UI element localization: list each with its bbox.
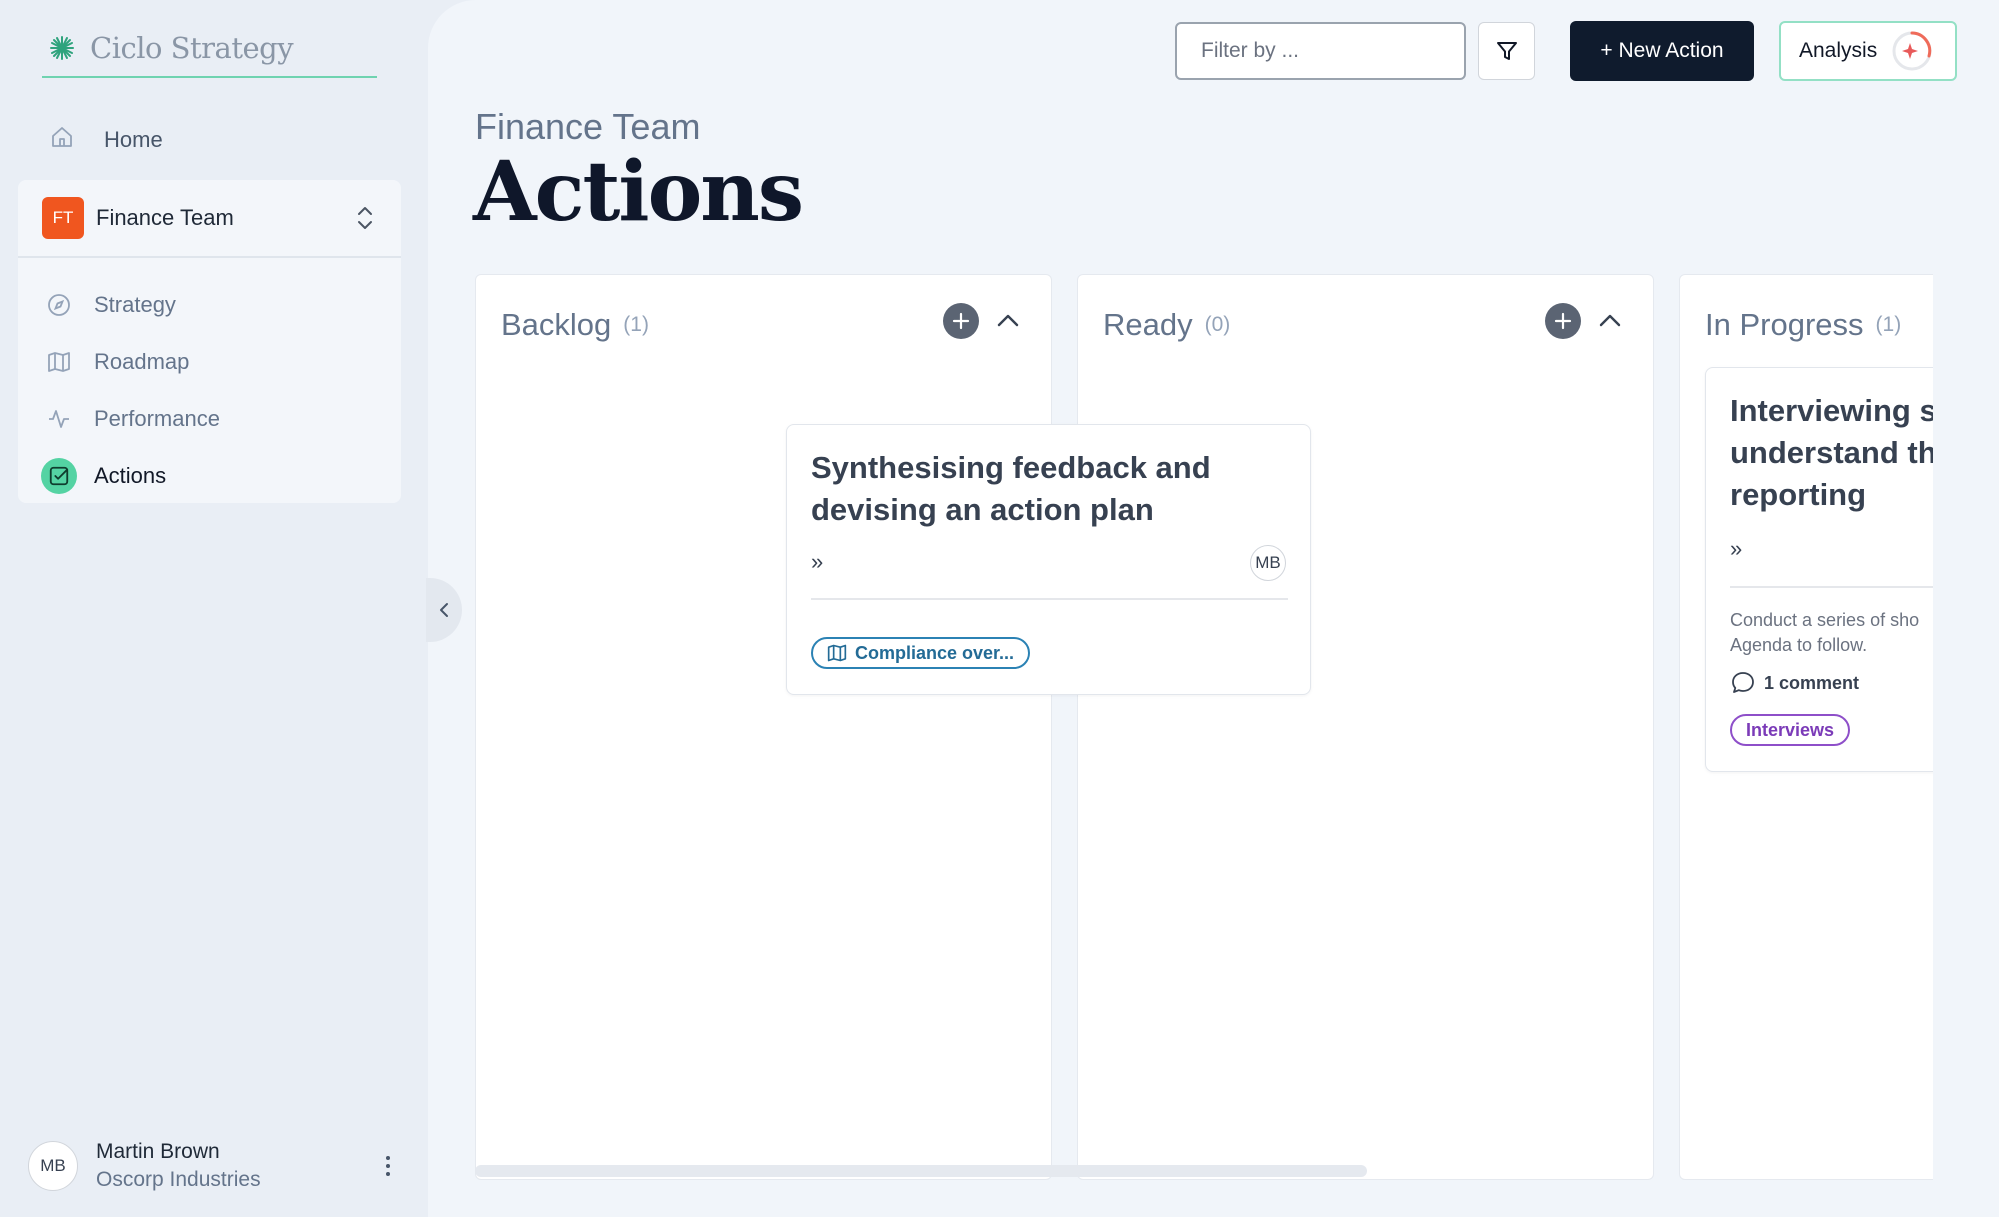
- expand-card-button[interactable]: »: [1730, 536, 1742, 562]
- more-options-icon[interactable]: [378, 1152, 398, 1180]
- column-header: Ready (0): [1103, 303, 1230, 347]
- column-count: (1): [623, 313, 649, 336]
- sidebar: Ciclo Strategy Home FT Finance Team Stra…: [0, 0, 430, 1217]
- chevron-left-icon: [440, 603, 448, 617]
- chevron-up-icon: [1599, 314, 1621, 327]
- column-header: Backlog (1): [501, 303, 649, 347]
- add-card-button[interactable]: [943, 303, 979, 339]
- collapse-column-button[interactable]: [1596, 309, 1624, 333]
- sidebar-item-actions[interactable]: Actions: [18, 447, 401, 504]
- avatar: MB: [28, 1141, 78, 1191]
- card-description-line: Agenda to follow.: [1730, 635, 1868, 655]
- tag-roadmap[interactable]: Compliance over...: [811, 637, 1031, 669]
- sidebar-item-performance[interactable]: Performance: [18, 390, 401, 447]
- compass-icon: [46, 292, 72, 318]
- card-title-line: understand th: [1730, 435, 1933, 470]
- horizontal-scrollbar[interactable]: [475, 1165, 1367, 1177]
- kanban-board: Backlog (1) Ready (0) In Progress (1) In…: [475, 274, 1933, 1180]
- collapse-column-button[interactable]: [994, 309, 1022, 333]
- card-description-line: Conduct a series of sho: [1730, 610, 1920, 630]
- card-divider: [811, 598, 1288, 600]
- card-title-line: reporting: [1730, 477, 1867, 512]
- comment-count-label: 1 comment: [1764, 672, 1860, 693]
- filter-input[interactable]: [1175, 22, 1466, 80]
- column-count: (1): [1875, 313, 1902, 336]
- card-title-line: Interviewing s: [1730, 393, 1933, 428]
- filter-icon: [1496, 42, 1517, 60]
- brand-logo-icon: [48, 34, 76, 62]
- card-title: Synthesising feedback and devising an ac…: [811, 450, 1211, 527]
- column-title: Backlog: [501, 307, 612, 342]
- column-ready: Ready (0): [1077, 274, 1654, 1180]
- sidebar-item-label: Roadmap: [94, 348, 190, 374]
- team-badge: FT: [42, 197, 84, 239]
- filter-button[interactable]: [1478, 22, 1535, 80]
- page-subtitle: Finance Team: [475, 106, 701, 147]
- chevron-up-down-icon: [353, 203, 377, 233]
- add-card-button[interactable]: [1545, 303, 1581, 339]
- expand-card-button[interactable]: »: [811, 549, 823, 575]
- checkbox-icon: [41, 457, 77, 494]
- user-org: Oscorp Industries: [96, 1168, 261, 1191]
- sidebar-item-label: Performance: [94, 405, 220, 431]
- nav-home-label: Home: [104, 127, 163, 152]
- column-backlog: Backlog (1): [475, 274, 1052, 1180]
- sidebar-item-label: Strategy: [94, 291, 176, 317]
- column-header: In Progress (1): [1705, 303, 1901, 347]
- map-icon: [46, 349, 72, 375]
- plus-icon: [952, 312, 970, 330]
- user-text: Martin Brown Oscorp Industries: [96, 1138, 378, 1194]
- action-card[interactable]: Synthesising feedback and devising an ac…: [786, 424, 1311, 695]
- column-title: Ready: [1103, 307, 1193, 342]
- page-title: Actions: [473, 144, 804, 240]
- comment-icon: [1732, 672, 1754, 693]
- brand[interactable]: Ciclo Strategy: [42, 20, 377, 78]
- user-name: Martin Brown: [96, 1140, 220, 1163]
- nav-home[interactable]: Home: [42, 118, 382, 162]
- action-card[interactable]: Interviewing s understand th reporting »…: [1705, 367, 1933, 772]
- card-description: Conduct a series of sho Agenda to follow…: [1730, 608, 1919, 658]
- assignee-avatar[interactable]: MB: [1250, 545, 1286, 581]
- new-action-button[interactable]: + New Action: [1570, 21, 1754, 81]
- team-nav: Strategy Roadmap Performance Actions: [18, 258, 401, 504]
- column-title: In Progress: [1705, 307, 1864, 342]
- brand-name: Ciclo Strategy: [90, 31, 294, 65]
- map-icon: [827, 644, 847, 662]
- pulse-icon: [46, 406, 72, 432]
- chevron-up-icon: [997, 314, 1019, 327]
- sidebar-item-strategy[interactable]: Strategy: [18, 276, 401, 333]
- card-divider: [1730, 586, 1933, 588]
- comment-count[interactable]: 1 comment: [1730, 670, 1859, 696]
- team-panel: FT Finance Team Strategy Roadmap Perform…: [18, 180, 401, 503]
- team-name: Finance Team: [96, 205, 234, 230]
- home-icon: [50, 125, 74, 155]
- column-count: (0): [1204, 313, 1231, 336]
- sidebar-item-roadmap[interactable]: Roadmap: [18, 333, 401, 390]
- team-switcher[interactable]: FT Finance Team: [18, 180, 401, 258]
- plus-icon: [1554, 312, 1572, 330]
- sidebar-item-label: Actions: [94, 462, 167, 488]
- user-profile[interactable]: MB Martin Brown Oscorp Industries: [28, 1138, 398, 1194]
- tag-label: Compliance over...: [855, 642, 1015, 663]
- analysis-label: Analysis: [1799, 39, 1878, 62]
- tag-interviews[interactable]: Interviews: [1730, 714, 1851, 746]
- analysis-button[interactable]: Analysis: [1779, 21, 1957, 81]
- column-in-progress: In Progress (1) Interviewing s understan…: [1679, 274, 1933, 1180]
- sparkle-progress-icon: [1891, 30, 1933, 72]
